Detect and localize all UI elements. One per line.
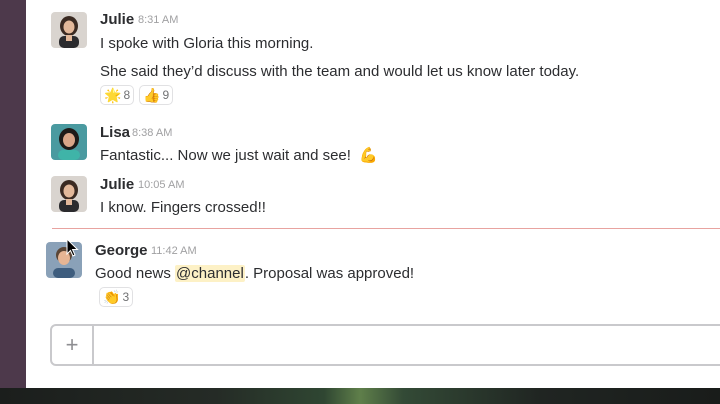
message-author[interactable]: Lisa	[100, 124, 130, 141]
star-icon: 🌟	[104, 87, 122, 103]
message-input[interactable]	[96, 332, 720, 360]
avatar-lisa[interactable]	[51, 124, 87, 160]
message-text: She said they’d discuss with the team an…	[100, 63, 580, 80]
channel-mention[interactable]: @channel	[175, 265, 245, 282]
clapping-hands-icon: 👏	[103, 289, 121, 305]
avatar-julie[interactable]	[51, 12, 87, 48]
reaction-star[interactable]: 🌟 8	[100, 85, 135, 105]
new-messages-divider	[52, 228, 720, 229]
flexed-biceps-icon: 💪	[359, 147, 378, 164]
reaction-count: 3	[122, 290, 130, 304]
add-attachment-button[interactable]: +	[52, 326, 94, 364]
workspace-sidebar	[0, 0, 26, 388]
message-timestamp[interactable]: 10:05 AM	[138, 179, 184, 191]
mouse-cursor-icon	[66, 238, 79, 257]
message-text: I know. Fingers crossed!!	[100, 199, 266, 216]
message-text: Good news	[95, 265, 176, 282]
desktop-background	[0, 388, 720, 404]
message-text-row: Good news @channel. Proposal was approve…	[95, 265, 414, 282]
thumbs-up-icon: 👍	[143, 87, 161, 103]
message-author[interactable]: Julie	[100, 176, 134, 193]
reaction-count: 9	[162, 88, 170, 102]
message-author[interactable]: George	[95, 242, 148, 259]
message-timestamp[interactable]: 8:31 AM	[138, 14, 178, 26]
plus-icon: +	[65, 332, 79, 357]
avatar-julie[interactable]	[51, 176, 87, 212]
message-text: I spoke with Gloria this morning.	[100, 35, 314, 52]
message-timestamp[interactable]: 11:42 AM	[151, 245, 197, 257]
reaction-count: 8	[123, 88, 131, 102]
reaction-thumbs-up[interactable]: 👍 9	[139, 85, 174, 105]
message-text-row: Fantastic... Now we just wait and see! 💪	[100, 146, 378, 164]
message-text: Fantastic... Now we just wait and see!	[100, 147, 351, 164]
message-text: . Proposal was approved!	[244, 265, 415, 282]
reaction-clap[interactable]: 👏 3	[99, 287, 134, 307]
message-author[interactable]: Julie	[100, 11, 134, 28]
message-timestamp[interactable]: 8:38 AM	[132, 127, 172, 139]
message-composer: +	[50, 324, 720, 366]
